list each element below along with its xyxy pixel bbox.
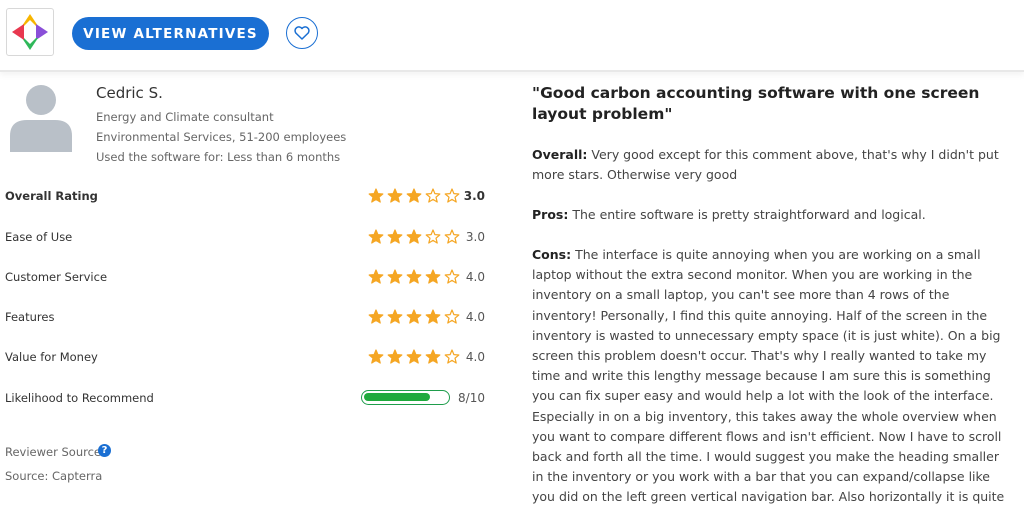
rating-row-customer-service: Customer Service 4.0: [0, 268, 490, 288]
star-filled-icon: [368, 229, 384, 244]
heart-icon: [294, 26, 310, 40]
rating-value: 4.0: [465, 350, 485, 364]
rating-row-overall: Overall Rating 3.0: [0, 187, 490, 207]
pros-text: The entire software is pretty straightfo…: [572, 207, 926, 222]
reviewer-role: Energy and Climate consultant: [96, 110, 274, 124]
star-rating: [368, 348, 462, 370]
rating-value: 4.0: [465, 270, 485, 284]
rating-label: Features: [5, 310, 55, 324]
reviewer-source-label: Reviewer Source: [5, 445, 101, 459]
overall-text: Very good except for this comment above,…: [532, 147, 999, 183]
star-filled-icon: [425, 309, 441, 324]
star-filled-icon: [368, 309, 384, 324]
star-filled-icon: [425, 269, 441, 284]
star-empty-icon: [425, 229, 441, 244]
star-filled-icon: [387, 269, 403, 284]
rating-value: 4.0: [465, 310, 485, 324]
reviewer-industry: Environmental Services, 51-200 employees: [96, 130, 347, 144]
avatar: [10, 85, 72, 152]
rating-row-ease-of-use: Ease of Use 3.0: [0, 228, 490, 248]
star-filled-icon: [406, 269, 422, 284]
favorite-button[interactable]: [286, 17, 318, 49]
top-header: VIEW ALTERNATIVES: [0, 0, 1024, 72]
star-rating: [368, 187, 462, 209]
rating-value: 3.0: [463, 189, 485, 203]
pros-label: Pros:: [532, 207, 569, 222]
star-rating: [368, 228, 462, 250]
star-filled-icon: [368, 188, 384, 203]
review-title: "Good carbon accounting software with on…: [532, 84, 980, 123]
recommend-value: 8/10: [458, 391, 485, 405]
star-empty-icon: [444, 229, 460, 244]
star-filled-icon: [406, 349, 422, 364]
star-rating: [368, 308, 462, 330]
rating-label: Value for Money: [5, 350, 98, 364]
overall-label: Overall:: [532, 147, 588, 162]
reviewer-name: Cedric S.: [96, 84, 163, 102]
star-empty-icon: [444, 188, 460, 203]
help-icon[interactable]: ?: [98, 444, 111, 457]
star-filled-icon: [368, 349, 384, 364]
star-empty-icon: [444, 269, 460, 284]
recommend-progress-bar: [361, 390, 450, 405]
rating-row-features: Features 4.0: [0, 308, 490, 328]
reviewer-source-value: Source: Capterra: [5, 469, 103, 483]
star-filled-icon: [406, 188, 422, 203]
product-logo[interactable]: [6, 8, 54, 56]
product-logo-icon: [12, 14, 48, 50]
rating-label: Customer Service: [5, 270, 108, 284]
star-filled-icon: [387, 188, 403, 203]
recommend-progress-fill: [364, 393, 430, 401]
view-alternatives-button[interactable]: VIEW ALTERNATIVES: [72, 17, 269, 50]
cons-label: Cons:: [532, 247, 572, 262]
star-rating: [368, 268, 462, 290]
star-filled-icon: [387, 349, 403, 364]
recommend-label: Likelihood to Recommend: [5, 391, 154, 405]
rating-label: Overall Rating: [5, 189, 98, 203]
review-cons: Cons: The interface is quite annoying wh…: [532, 245, 1014, 508]
star-filled-icon: [425, 349, 441, 364]
star-filled-icon: [387, 229, 403, 244]
rating-label: Ease of Use: [5, 230, 73, 244]
star-empty-icon: [425, 188, 441, 203]
star-filled-icon: [368, 269, 384, 284]
review-overall: Overall: Very good except for this comme…: [532, 145, 1014, 185]
cons-text: The interface is quite annoying when you…: [532, 247, 1005, 505]
star-filled-icon: [387, 309, 403, 324]
star-empty-icon: [444, 309, 460, 324]
star-filled-icon: [406, 229, 422, 244]
star-empty-icon: [444, 349, 460, 364]
review-pros: Pros: The entire software is pretty stra…: [532, 205, 1014, 225]
rating-row-value-for-money: Value for Money 4.0: [0, 348, 490, 368]
star-filled-icon: [406, 309, 422, 324]
rating-value: 3.0: [465, 230, 485, 244]
reviewer-usage: Used the software for: Less than 6 month…: [96, 150, 341, 164]
